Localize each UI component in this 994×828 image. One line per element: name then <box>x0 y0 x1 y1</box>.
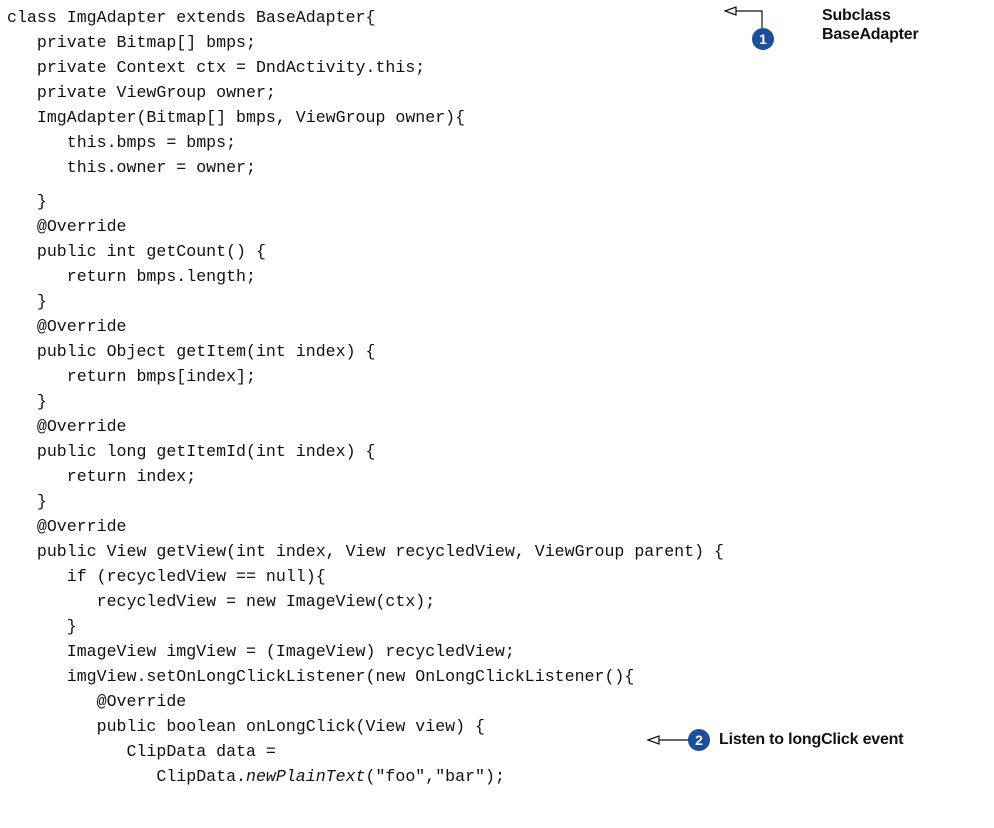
callout-1-label-line: BaseAdapter <box>822 26 919 43</box>
callout-2-label: Listen to longClick event <box>719 731 904 748</box>
callout-1-label-line: Subclass <box>822 7 891 24</box>
arrowhead-2 <box>646 735 660 745</box>
callout-number-2-badge: 2 <box>688 729 710 751</box>
callout-number-1-badge: 1 <box>752 28 774 50</box>
callout-1-label: Subclass BaseAdapter <box>822 6 919 44</box>
arrowhead-1 <box>723 6 737 16</box>
annotation-leader-lines <box>646 6 763 745</box>
leader-line-1 <box>736 10 763 28</box>
